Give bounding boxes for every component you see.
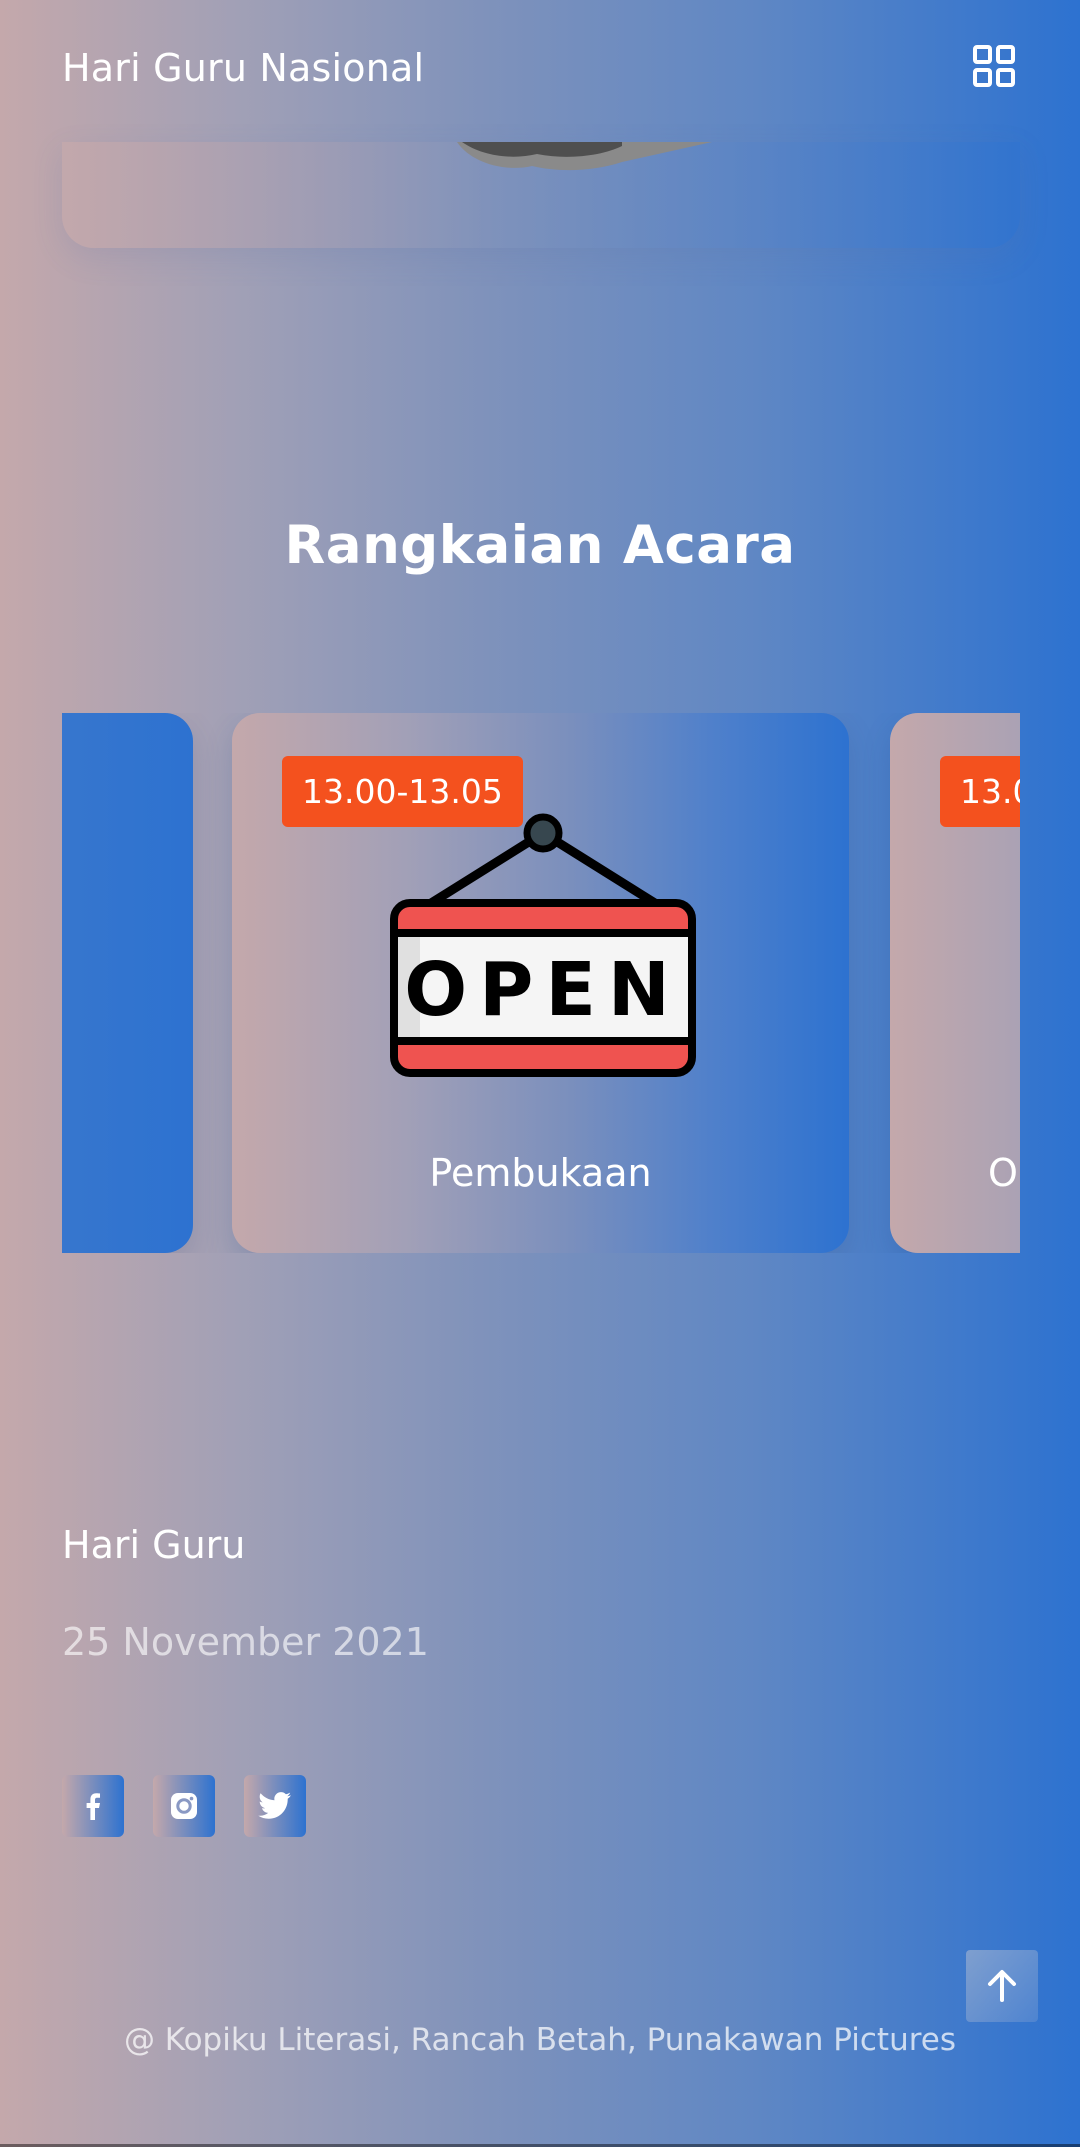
app-header: Hari Guru Nasional xyxy=(0,0,1080,142)
copyright-text: @ Kopiku Literasi, Rancah Betah, Punakaw… xyxy=(123,2022,957,2058)
event-title: O xyxy=(988,1151,1018,1195)
event-carousel[interactable]: 13.00-13.05 OPEN Pembukaan 13.05 O xyxy=(62,713,1020,1253)
twitter-icon xyxy=(258,1792,291,1819)
event-card-current[interactable]: 13.00-13.05 OPEN Pembukaan xyxy=(232,713,849,1253)
time-badge: 13.05 xyxy=(940,756,1020,827)
facebook-icon xyxy=(86,1793,100,1820)
facebook-button[interactable] xyxy=(62,1775,124,1837)
grid-menu-icon[interactable] xyxy=(972,44,1016,88)
instagram-icon xyxy=(171,1793,197,1819)
footer-date: 25 November 2021 xyxy=(62,1620,429,1664)
instagram-button[interactable] xyxy=(153,1775,215,1837)
hero-illustration xyxy=(457,142,712,171)
twitter-button[interactable] xyxy=(244,1775,306,1837)
event-title: Pembukaan xyxy=(429,1151,652,1195)
event-card-next[interactable]: 13.05 O xyxy=(890,713,1020,1253)
site-brand[interactable]: Hari Guru Nasional xyxy=(62,46,424,90)
event-card-previous[interactable] xyxy=(62,713,193,1253)
scroll-to-top-button[interactable] xyxy=(966,1950,1038,2022)
open-sign-icon: OPEN xyxy=(388,813,698,1083)
section-title: Rangkaian Acara xyxy=(284,515,796,576)
hero-card xyxy=(62,142,1020,248)
footer-title: Hari Guru xyxy=(62,1523,246,1567)
arrow-up-icon xyxy=(988,1970,1016,2002)
sign-text: OPEN xyxy=(404,947,682,1033)
